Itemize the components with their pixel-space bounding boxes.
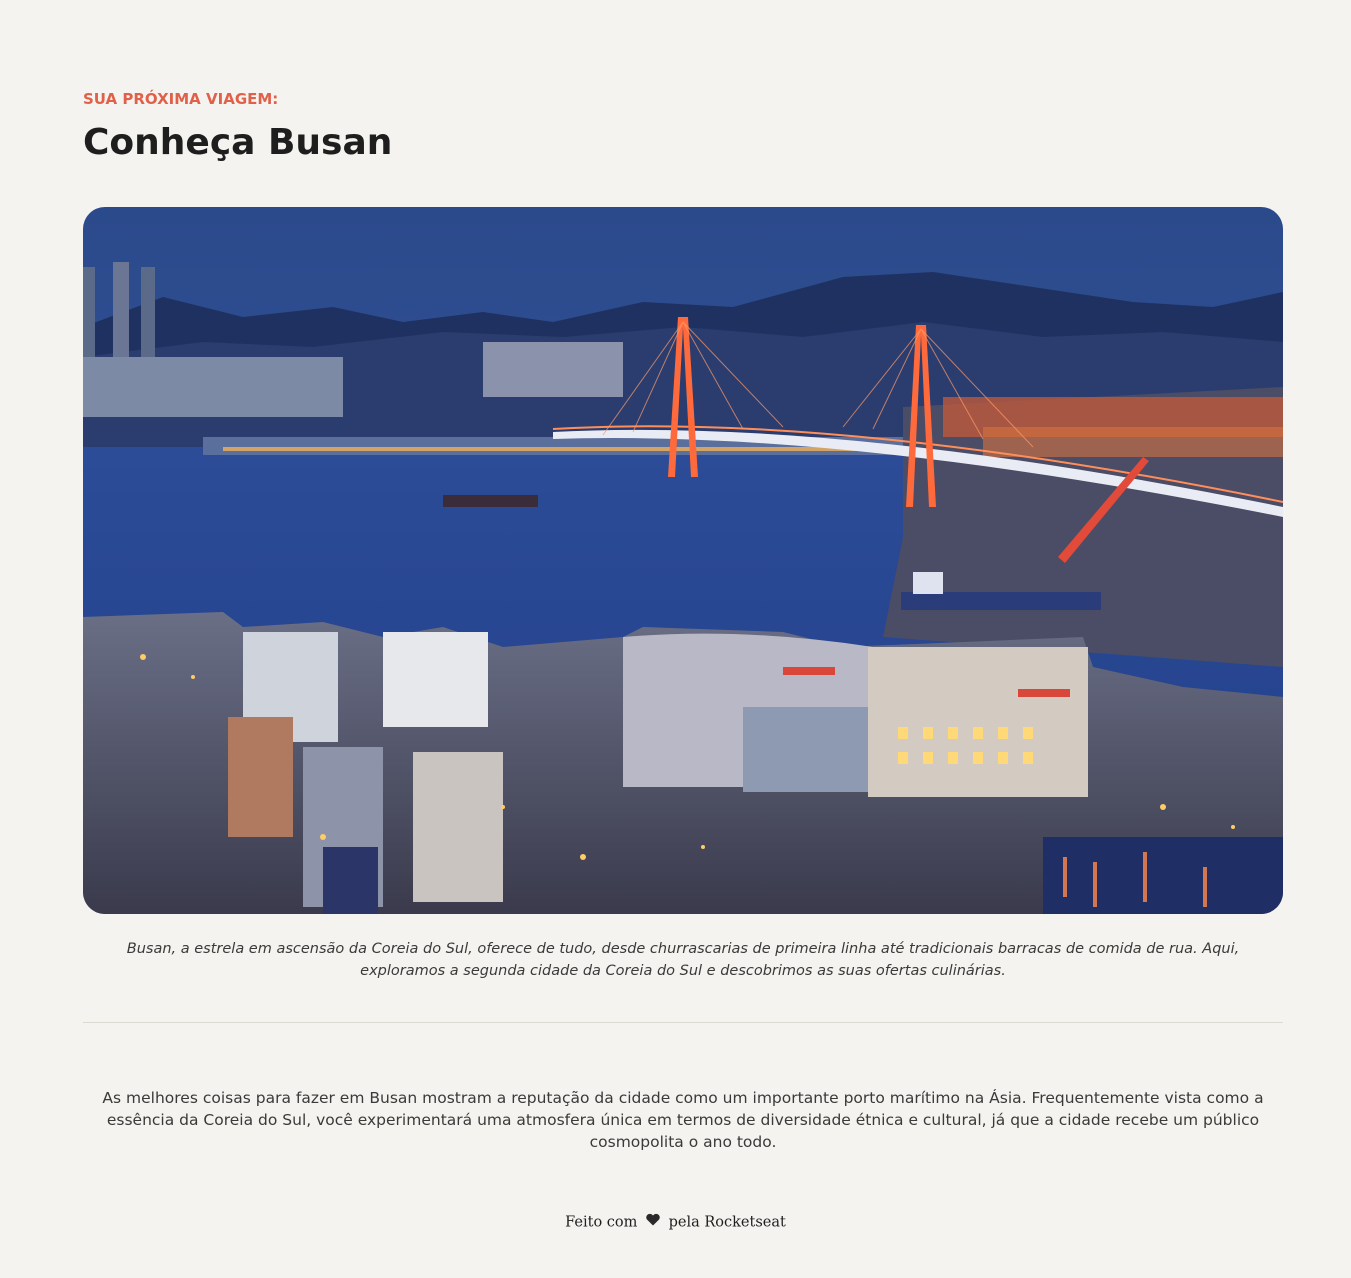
heart-icon [646,1213,660,1230]
footer-suffix: pela Rocketseat [668,1214,786,1231]
page-title: Conheça Busan [83,122,393,163]
section-divider [83,1022,1283,1023]
eyebrow-label: SUA PRÓXIMA VIAGEM: [83,90,279,108]
hero-image [83,207,1283,914]
footer-prefix: Feito com [565,1214,638,1231]
hero-caption: Busan, a estrela em ascensão da Coreia d… [126,941,1240,979]
footer: Feito com pela Rocketseat [0,1213,1351,1231]
description-paragraph: As melhores coisas para fazer em Busan m… [102,1089,1264,1151]
